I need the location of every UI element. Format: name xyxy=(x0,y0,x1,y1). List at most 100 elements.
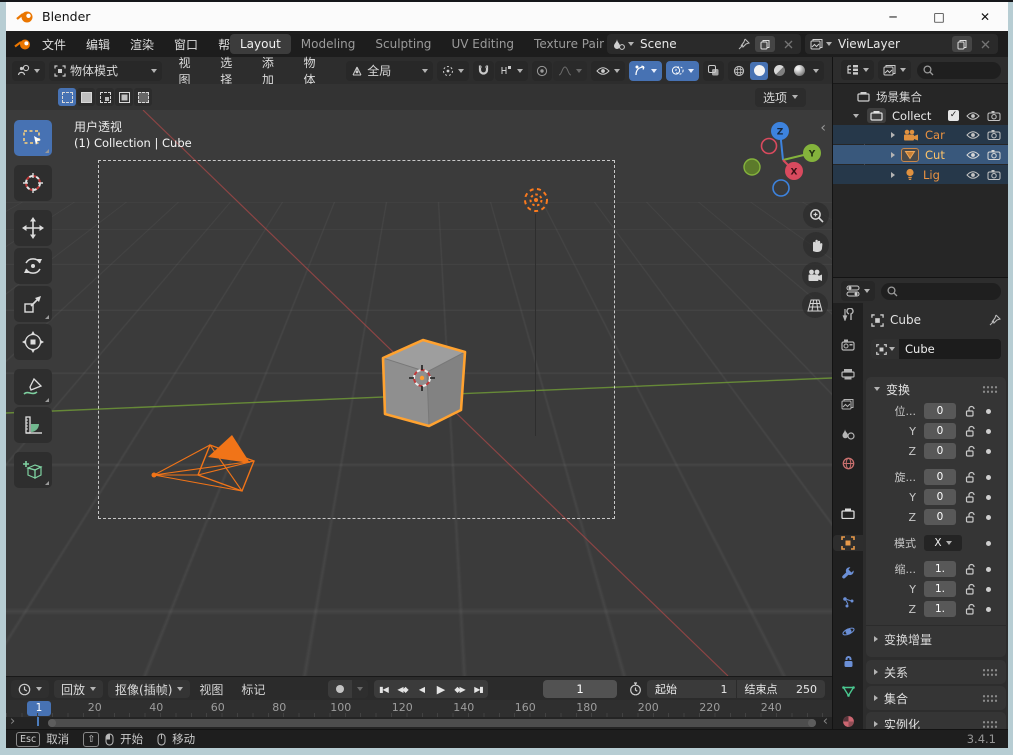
scene-name[interactable]: Scene xyxy=(640,37,738,51)
collections-panel[interactable]: 集合 xyxy=(866,686,1006,710)
zoom-button[interactable] xyxy=(803,202,829,228)
lock-icon[interactable] xyxy=(964,603,977,616)
camera-object-row[interactable]: Car xyxy=(833,125,1008,144)
xray-toggle[interactable] xyxy=(703,60,725,81)
keying-menu[interactable]: 抠像(插帧) xyxy=(108,680,191,698)
cube-object-row[interactable]: Cut xyxy=(833,145,1008,164)
editor-type-button[interactable] xyxy=(12,60,45,81)
mode-dropdown[interactable]: 物体模式 xyxy=(49,60,162,81)
scene-browse-button[interactable] xyxy=(612,38,634,51)
tab-layout[interactable]: Layout xyxy=(230,34,291,54)
select-invert-button[interactable] xyxy=(115,88,133,106)
lock-icon[interactable] xyxy=(964,511,977,524)
menu-window[interactable]: 窗口 xyxy=(164,36,208,53)
viewlayer-unlink-icon[interactable] xyxy=(975,36,995,52)
play-reverse-button[interactable]: ◀ xyxy=(412,680,431,698)
auto-keying-toggle[interactable] xyxy=(328,680,352,698)
tab-constraints[interactable] xyxy=(840,654,856,670)
tab-view-layer[interactable] xyxy=(840,396,856,412)
tab-texture-paint[interactable]: Texture Paint xyxy=(524,34,604,54)
disclosure-down-icon[interactable] xyxy=(853,113,859,118)
options-dropdown[interactable]: 选项 xyxy=(754,87,806,107)
rotation-y-field[interactable]: 0 xyxy=(924,489,956,505)
transform-panel-header[interactable]: 变换 xyxy=(866,377,1006,401)
timeline-collapse-arrow[interactable]: ‹ xyxy=(823,714,828,729)
properties-search[interactable] xyxy=(881,282,1001,300)
menu-file[interactable]: 文件 xyxy=(32,36,76,53)
shading-rendered-button[interactable] xyxy=(790,62,808,80)
shading-solid-button[interactable] xyxy=(750,61,769,80)
animate-dot[interactable] xyxy=(986,586,991,592)
render-visibility-icon[interactable] xyxy=(987,149,1001,160)
overlays-toggle[interactable] xyxy=(666,60,700,81)
properties-editor-type-button[interactable] xyxy=(841,281,875,301)
menu-render[interactable]: 渲染 xyxy=(120,36,164,53)
cursor-tool[interactable] xyxy=(14,165,52,201)
move-tool[interactable] xyxy=(14,210,52,246)
snap-toggle[interactable] xyxy=(473,60,495,81)
jump-end-button[interactable]: ▶▮ xyxy=(469,680,488,698)
proportional-editing-toggle[interactable] xyxy=(532,60,553,81)
frame-end-field[interactable]: 结束点 250 xyxy=(735,680,826,698)
shading-material-button[interactable] xyxy=(770,62,788,80)
menu-add[interactable]: 添加 xyxy=(253,54,295,88)
location-y-field[interactable]: 0 xyxy=(924,423,956,439)
disclosure-right-icon[interactable] xyxy=(891,171,895,178)
next-keyframe-button[interactable]: ◆▶ xyxy=(450,680,469,698)
auto-keying-dropdown[interactable] xyxy=(352,680,368,698)
orientation-dropdown[interactable]: 全局 xyxy=(346,60,434,81)
animate-dot[interactable] xyxy=(986,566,991,572)
animate-dot[interactable] xyxy=(986,428,991,434)
outliner-display-mode-button[interactable] xyxy=(878,60,911,80)
collection-checkbox[interactable]: ✓ xyxy=(948,110,959,121)
navigation-gizmo[interactable]: Z Y X xyxy=(739,118,831,202)
play-button[interactable]: ▶ xyxy=(431,680,450,698)
select-box-tool[interactable] xyxy=(14,120,52,156)
delta-transform-panel[interactable]: 变换增量 xyxy=(866,625,1006,652)
lock-icon[interactable] xyxy=(964,445,977,458)
tab-tool[interactable] xyxy=(840,307,856,323)
disclosure-right-icon[interactable] xyxy=(891,151,895,158)
scene-duplicate-button[interactable] xyxy=(755,36,775,52)
tab-particles[interactable] xyxy=(840,594,856,610)
tab-output[interactable] xyxy=(840,366,856,382)
playhead-tab[interactable]: 1 xyxy=(27,701,51,716)
light-object[interactable] xyxy=(521,185,551,215)
tab-scene[interactable] xyxy=(840,426,856,442)
shading-dropdown-icon[interactable] xyxy=(813,68,820,73)
minimize-button[interactable]: ─ xyxy=(870,2,916,31)
hide-eye-icon[interactable] xyxy=(966,170,980,180)
playback-menu[interactable]: 回放 xyxy=(54,680,104,698)
menu-select[interactable]: 选择 xyxy=(211,54,253,88)
use-preview-range-toggle[interactable] xyxy=(625,680,645,698)
animate-dot[interactable] xyxy=(986,540,991,546)
timeline-editor-type-button[interactable] xyxy=(11,680,49,698)
lock-icon[interactable] xyxy=(964,425,977,438)
menu-view[interactable]: 视图 xyxy=(170,54,212,88)
gizmos-toggle[interactable] xyxy=(629,60,663,81)
tab-object-data[interactable] xyxy=(840,684,856,700)
panel-grip-icon[interactable] xyxy=(982,667,998,677)
rotation-z-field[interactable]: 0 xyxy=(924,509,956,525)
disclosure-right-icon[interactable] xyxy=(891,131,895,138)
snap-target-dropdown[interactable] xyxy=(495,60,529,81)
tab-collection[interactable] xyxy=(840,505,856,521)
menu-edit[interactable]: 编辑 xyxy=(76,36,120,53)
rotation-mode-dropdown[interactable]: X xyxy=(924,535,962,551)
location-x-field[interactable]: 0 xyxy=(924,403,956,419)
panel-grip-icon[interactable] xyxy=(982,384,998,394)
panel-grip-icon[interactable] xyxy=(982,693,998,703)
tab-world[interactable] xyxy=(840,456,856,472)
render-visibility-icon[interactable] xyxy=(987,129,1001,140)
instancing-panel[interactable]: 实例化 xyxy=(866,712,1006,729)
maximize-button[interactable]: □ xyxy=(916,2,962,31)
rotation-x-field[interactable]: 0 xyxy=(924,469,956,485)
scale-y-field[interactable]: 1. xyxy=(924,581,956,597)
select-extend-button[interactable] xyxy=(77,88,95,106)
animate-dot[interactable] xyxy=(986,474,991,480)
lock-icon[interactable] xyxy=(964,563,977,576)
proportional-falloff-dropdown[interactable] xyxy=(553,60,588,81)
tab-modifiers[interactable] xyxy=(840,565,856,581)
tab-uv-editing[interactable]: UV Editing xyxy=(441,34,524,54)
outliner-editor-type-button[interactable] xyxy=(841,60,874,80)
